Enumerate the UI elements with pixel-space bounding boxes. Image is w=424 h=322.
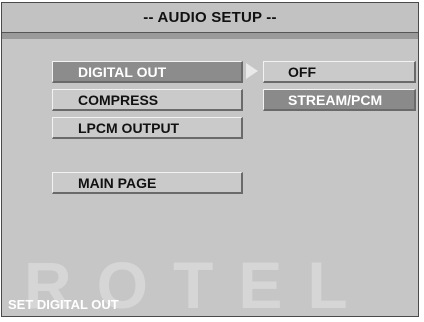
status-text: SET DIGITAL OUT: [8, 297, 119, 312]
menu-item-lpcm-output[interactable]: LPCM OUTPUT: [52, 117, 243, 139]
right-arrow-icon: [245, 61, 259, 81]
osd-screen: -- AUDIO SETUP -- ROTEL DIGITAL OUT COMP…: [0, 0, 424, 318]
audio-setup-window: -- AUDIO SETUP -- ROTEL DIGITAL OUT COMP…: [1, 2, 419, 318]
menu-item-label: MAIN PAGE: [78, 175, 157, 191]
option-off[interactable]: OFF: [263, 61, 416, 83]
option-label: STREAM/PCM: [288, 92, 383, 108]
menu-item-compress[interactable]: COMPRESS: [52, 89, 243, 111]
menu-item-label: COMPRESS: [78, 92, 159, 108]
menu-item-label: DIGITAL OUT: [78, 64, 167, 80]
menu-item-main-page[interactable]: MAIN PAGE: [52, 172, 243, 194]
menu-item-label: LPCM OUTPUT: [78, 120, 180, 136]
menu-panel: ROTEL DIGITAL OUT COMPRESS LPCM OUTPUT M…: [2, 39, 418, 318]
menu-item-digital-out[interactable]: DIGITAL OUT: [52, 61, 243, 83]
page-title-label: -- AUDIO SETUP --: [143, 9, 277, 26]
option-stream-pcm[interactable]: STREAM/PCM: [263, 89, 416, 111]
option-label: OFF: [288, 64, 316, 80]
page-title: -- AUDIO SETUP --: [2, 3, 418, 33]
